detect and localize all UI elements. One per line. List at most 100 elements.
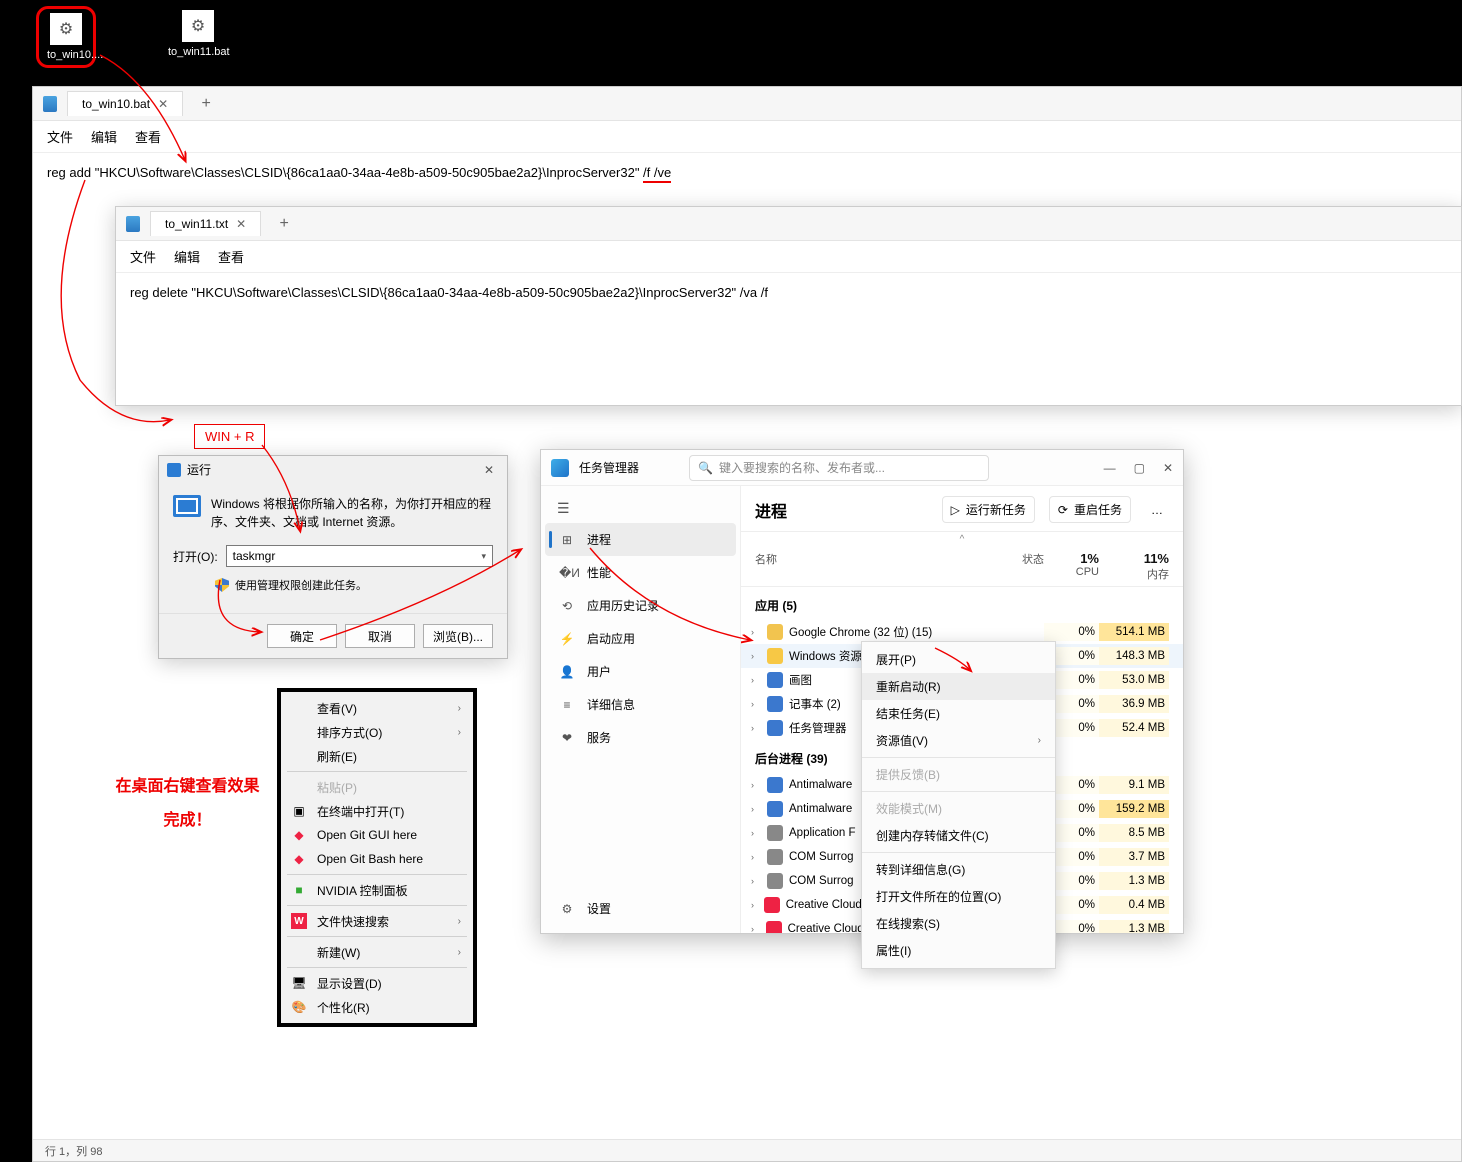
sidebar-item-settings[interactable]: ⚙ 设置 (545, 892, 736, 925)
new-tab-button[interactable]: + (271, 215, 297, 233)
ctx-item[interactable]: ■NVIDIA 控制面板 (281, 878, 473, 902)
ctx-item[interactable]: W文件快速搜索› (281, 909, 473, 933)
editor-content[interactable]: reg add "HKCU\Software\Classes\CLSID\{86… (33, 153, 1461, 192)
editor-content[interactable]: reg delete "HKCU\Software\Classes\CLSID\… (116, 273, 1461, 312)
restart-task-button[interactable]: ⟳重启任务 (1049, 496, 1131, 523)
git-icon: ◆ (291, 827, 307, 843)
sidebar-item[interactable]: ⟲应用历史记录 (545, 589, 736, 622)
chevron-right-icon[interactable]: › (751, 852, 761, 862)
ctx-item[interactable]: 属性(I) (862, 937, 1055, 964)
bat-file-icon: ⚙ (50, 13, 82, 45)
col-cpu[interactable]: CPU (1044, 566, 1099, 578)
ctx-item[interactable]: 刷新(E) (281, 744, 473, 768)
desktop-icon-to-win10[interactable]: ⚙ to_win10.... (36, 6, 96, 68)
chevron-right-icon[interactable]: › (751, 900, 758, 910)
process-name: 任务管理器 (789, 720, 847, 736)
menu-edit[interactable]: 编辑 (91, 127, 117, 146)
sidebar-item[interactable]: ≡详细信息 (545, 688, 736, 721)
chevron-right-icon[interactable]: › (751, 627, 761, 637)
menu-edit[interactable]: 编辑 (174, 247, 200, 266)
close-icon[interactable]: ✕ (479, 463, 499, 477)
col-name[interactable]: 名称 (755, 554, 777, 566)
ctx-item[interactable]: 🖥 显示设置(D) (281, 971, 473, 995)
ctx-item-label: 显示设置(D) (317, 975, 382, 992)
tab-to-win10[interactable]: to_win10.bat ✕ (67, 91, 183, 116)
ctx-item[interactable]: 展开(P) (862, 646, 1055, 673)
chevron-right-icon: › (1038, 735, 1041, 746)
browse-button[interactable]: 浏览(B)... (423, 624, 493, 648)
sidebar-item[interactable]: ❤服务 (545, 721, 736, 754)
menu-file[interactable]: 文件 (130, 247, 156, 266)
sidebar-item[interactable]: ⊞进程 (545, 523, 736, 556)
chevron-right-icon[interactable]: › (751, 876, 761, 886)
desktop-icon-to-win11[interactable]: ⚙ to_win11.bat (168, 10, 228, 58)
sidebar-item[interactable]: �И性能 (545, 556, 736, 589)
chevron-right-icon[interactable]: › (751, 804, 761, 814)
ctx-item[interactable]: ◆Open Git Bash here (281, 847, 473, 871)
processes-header: 进程 ▷运行新任务 ⟳重启任务 … (741, 486, 1183, 532)
ctx-item[interactable]: 创建内存转储文件(C) (862, 822, 1055, 849)
blank-icon (291, 724, 307, 740)
chevron-right-icon[interactable]: › (751, 924, 760, 933)
chevron-down-icon[interactable]: ▾ (481, 551, 486, 562)
menu-view[interactable]: 查看 (218, 247, 244, 266)
ctx-item-label: 刷新(E) (317, 748, 357, 765)
close-tab-icon[interactable]: ✕ (158, 97, 168, 111)
desktop-icon-label: to_win11.bat (168, 46, 228, 58)
col-mem[interactable]: 内存 (1099, 566, 1169, 582)
ctx-item[interactable]: 重新启动(R) (862, 673, 1055, 700)
run-description-row: Windows 将根据你所输入的名称，为你打开相应的程序、文件夹、文档或 Int… (173, 495, 493, 531)
menu-bar: 文件 编辑 查看 (33, 121, 1461, 153)
ctx-item[interactable]: 查看(V)› (281, 696, 473, 720)
run-big-icon (173, 495, 201, 517)
minimize-icon[interactable]: — (1104, 461, 1116, 475)
process-mem: 1.3 MB (1099, 872, 1169, 890)
ctx-item[interactable]: ▣在终端中打开(T) (281, 799, 473, 823)
tab-title: to_win11.txt (165, 217, 228, 231)
run-new-task-button[interactable]: ▷运行新任务 (942, 496, 1035, 523)
gear-icon: ⚙ (559, 902, 575, 916)
blank-icon (291, 748, 307, 764)
process-icon (767, 720, 783, 736)
new-tab-button[interactable]: + (193, 95, 219, 113)
close-tab-icon[interactable]: ✕ (236, 217, 246, 231)
maximize-icon[interactable]: ▢ (1134, 461, 1145, 475)
notepad-window-2: to_win11.txt ✕ + 文件 编辑 查看 reg delete "HK… (115, 206, 1462, 406)
sidebar-item[interactable]: ⚡启动应用 (545, 622, 736, 655)
chevron-right-icon[interactable]: › (751, 723, 761, 733)
ctx-item[interactable]: 资源值(V)› (862, 727, 1055, 754)
mem-percent: 11% (1099, 551, 1169, 566)
ctx-item[interactable]: 转到详细信息(G) (862, 856, 1055, 883)
more-button[interactable]: … (1145, 501, 1169, 519)
display-icon: 🖥 (291, 975, 307, 991)
sidebar-item-label: 设置 (587, 900, 611, 917)
chevron-right-icon[interactable]: › (751, 675, 761, 685)
chevron-right-icon[interactable]: › (751, 828, 761, 838)
chevron-right-icon[interactable]: › (751, 780, 761, 790)
ctx-item[interactable]: 打开文件所在的位置(O) (862, 883, 1055, 910)
chevron-right-icon[interactable]: › (751, 651, 761, 661)
process-cpu: 0% (1044, 623, 1099, 641)
ctx-item-label: 展开(P) (876, 651, 916, 668)
run-open-label: 打开(O): (173, 548, 218, 565)
cancel-button[interactable]: 取消 (345, 624, 415, 648)
ctx-item[interactable]: 新建(W)› (281, 940, 473, 964)
chevron-right-icon[interactable]: › (751, 699, 761, 709)
ctx-item-label: 效能模式(M) (876, 800, 942, 817)
run-open-input[interactable]: taskmgr ▾ (226, 545, 493, 567)
menu-file[interactable]: 文件 (47, 127, 73, 146)
run-buttons: 确定 取消 浏览(B)... (159, 613, 507, 658)
ctx-item[interactable]: 🎨个性化(R) (281, 995, 473, 1019)
ctx-item[interactable]: ◆Open Git GUI here (281, 823, 473, 847)
ctx-item[interactable]: 结束任务(E) (862, 700, 1055, 727)
tab-to-win11[interactable]: to_win11.txt ✕ (150, 211, 261, 236)
hamburger-icon[interactable]: ☰ (545, 494, 736, 523)
ctx-item[interactable]: 排序方式(O)› (281, 720, 473, 744)
menu-view[interactable]: 查看 (135, 127, 161, 146)
sidebar-item[interactable]: 👤用户 (545, 655, 736, 688)
col-status[interactable]: 状态 (1022, 554, 1044, 566)
ok-button[interactable]: 确定 (267, 624, 337, 648)
close-icon[interactable]: ✕ (1163, 461, 1173, 475)
ctx-item[interactable]: 在线搜索(S) (862, 910, 1055, 937)
taskmgr-search-input[interactable]: 🔍 键入要搜索的名称、发布者或... (689, 455, 989, 481)
